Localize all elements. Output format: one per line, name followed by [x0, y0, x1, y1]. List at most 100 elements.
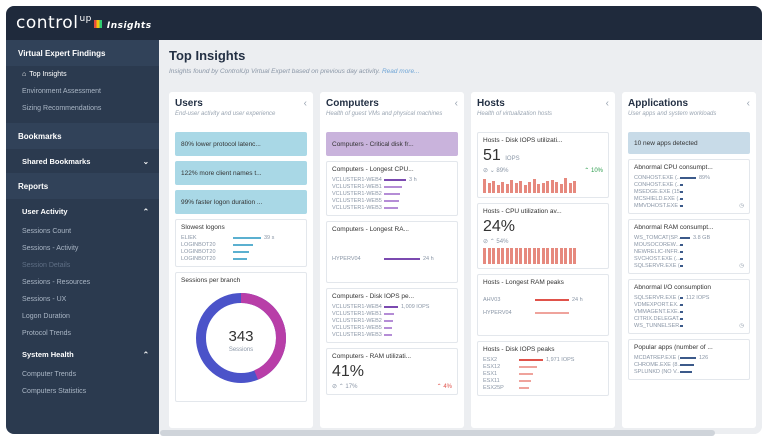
value-bar: [519, 386, 529, 389]
insight-card[interactable]: 99% faster logon duration ...: [175, 190, 307, 214]
insight-card[interactable]: Computers - Critical disk fr...: [326, 132, 458, 156]
sidebar-section-bookmarks[interactable]: Bookmarks: [6, 123, 159, 149]
list-item: ELIEK 39 s: [181, 234, 301, 241]
value-bar: [680, 296, 683, 299]
value-bar: [384, 206, 398, 209]
section-label: Virtual Expert Findings: [18, 48, 106, 58]
card-title: Abnormal I/O consumption: [634, 284, 711, 291]
sidebar-shared-bookmarks[interactable]: Shared Bookmarks ⌄: [6, 149, 159, 173]
row-label: VDMEXPORT.EX...: [634, 301, 680, 308]
value-bar: [680, 197, 683, 200]
sidebar-item-session-details[interactable]: Session Details: [6, 257, 159, 274]
ram-utilization-card[interactable]: Computers - RAM utilizati... 41% ⊘ ⌃ 17%…: [326, 348, 458, 395]
sidebar-item-top-insights[interactable]: ⌂ Top Insights: [6, 66, 159, 83]
value-bar: [680, 204, 683, 207]
abnormal-io-card[interactable]: Abnormal I/O consumption SQLSERVR.EXE (.…: [628, 279, 750, 334]
column-header: Applications ‹: [628, 98, 750, 109]
longest-ram-card[interactable]: Computers - Longest RA... HYPERV04 24 h: [326, 221, 458, 283]
trend-right-value: 4%: [443, 384, 452, 390]
chevron-left-icon[interactable]: ‹: [606, 98, 609, 109]
chevron-left-icon[interactable]: ‹: [304, 98, 307, 109]
big-value: 51 IOPS: [483, 147, 603, 165]
sidebar-item-logon-duration[interactable]: Logon Duration: [6, 308, 159, 325]
chevron-up-icon: ⌃: [142, 206, 149, 216]
abnormal-cpu-card[interactable]: Abnormal CPU consumpt... CONHOST.EXE (..…: [628, 159, 750, 214]
sidebar-item-sessions-resources[interactable]: Sessions - Resources: [6, 274, 159, 291]
host-disk-peaks-card[interactable]: Hosts - Disk IOPS peaks ESX2 1,971 IOPS E…: [477, 341, 609, 396]
row-label: ESX25P: [483, 384, 504, 391]
horizontal-scrollbar[interactable]: [160, 430, 715, 436]
value-bar: [519, 372, 533, 375]
insight-card[interactable]: 122% more client names t...: [175, 161, 307, 185]
list-item: LOGINBOT20: [181, 255, 301, 262]
insight-card[interactable]: 10 new apps detected: [628, 132, 750, 154]
host-disk-iops-card[interactable]: Hosts - Disk IOPS utilizati... 51 IOPS ⊘…: [477, 132, 609, 198]
sidebar-item-sizing[interactable]: Sizing Recommendations: [6, 100, 159, 117]
column-header: Computers ‹: [326, 98, 458, 109]
donut-svg: 343 Sessions: [196, 293, 286, 383]
chevron-left-icon[interactable]: ‹: [747, 98, 750, 109]
donut-label: Sessions: [229, 347, 253, 353]
row-label: MSEDGE.EXE (15.0...: [634, 188, 680, 195]
card-title: Computers - Longest RA...: [332, 226, 409, 233]
column-computers: Computers ‹ Health of guest VMs and physi…: [320, 92, 464, 428]
host-ram-peaks-card[interactable]: Hosts - Longest RAM peaks AHV03 24 h HYPE…: [477, 274, 609, 336]
page-title: Top Insights: [169, 48, 246, 63]
row-label: ESX12: [483, 363, 501, 370]
sidebar-item-protocol-trends[interactable]: Protocol Trends: [6, 325, 159, 342]
row-label: ELIEK: [181, 234, 197, 241]
read-more-link[interactable]: Read more...: [382, 68, 420, 75]
list-item: VCLUSTER1-WEB3: [332, 331, 452, 338]
card-title: Popular apps (number of ...: [634, 344, 713, 351]
row-label: VCLUSTER1-WEB2: [332, 190, 382, 197]
list-item: SQLSERVR.EXE (... 112 IOPS: [634, 294, 744, 301]
row-label: MMVDHOST.EXE (...: [634, 202, 680, 209]
value-bar: [680, 190, 683, 193]
app-window: controlup Insights Virtual Expert Finding…: [6, 6, 762, 434]
sessions-per-branch-card[interactable]: Sessions per branch 343 Sessions: [175, 272, 307, 402]
list-item: VCLUSTER1-WEB5: [332, 197, 452, 204]
abnormal-ram-card[interactable]: Abnormal RAM consumpt... WS_TOMCAT(SP...…: [628, 219, 750, 274]
slowest-logons-card[interactable]: Slowest logons ELIEK 39 s LOGINBOT20 LOGI…: [175, 219, 307, 267]
sidebar-item-computers-statistics[interactable]: Computers Statistics: [6, 383, 159, 400]
card-title: Abnormal RAM consumpt...: [634, 224, 714, 231]
list-item: WS_TUNNELSER... ◷: [634, 322, 744, 329]
sidebar-item-computer-trends[interactable]: Computer Trends: [6, 366, 159, 383]
sidebar-section-reports[interactable]: Reports: [6, 173, 159, 199]
list-item: SPLUNKD (NO V...: [634, 368, 744, 375]
value-bar: [680, 176, 696, 179]
list-item: CITRIX.DELEGAT...: [634, 315, 744, 322]
disk-iops-card[interactable]: Computers - Disk IOPS pe... VCLUSTER1-WE…: [326, 288, 458, 343]
controlup-logo[interactable]: controlup Insights: [16, 13, 152, 33]
row-label: VCLUSTER1-WEB4: [332, 176, 382, 183]
list-item: VCLUSTER1-WEB2: [332, 317, 452, 324]
row-value: 24 h: [423, 255, 434, 262]
sidebar-user-activity[interactable]: User Activity ⌃: [6, 199, 159, 223]
sidebar-item-environment[interactable]: Environment Assessment: [6, 83, 159, 100]
longest-cpu-card[interactable]: Computers - Longest CPU... VCLUSTER1-WEB…: [326, 161, 458, 216]
row-label: LOGINBOT20: [181, 241, 216, 248]
sidebar-item-sessions-count[interactable]: Sessions Count: [6, 223, 159, 240]
chevron-left-icon[interactable]: ‹: [455, 98, 458, 109]
column-desc: Health of guest VMs and physical machine…: [326, 111, 443, 117]
row-label: WS_TUNNELSER...: [634, 322, 680, 329]
donut-count: 343: [228, 328, 253, 345]
row-label: VCLUSTER1-WEB1: [332, 183, 382, 190]
value-bar: [233, 243, 253, 246]
row-value: 24 h: [572, 296, 583, 303]
item-label: System Health: [22, 349, 74, 359]
sidebar-system-health[interactable]: System Health ⌃: [6, 342, 159, 366]
value-bar: [384, 333, 392, 336]
insight-card[interactable]: 80% lower protocol latenc...: [175, 132, 307, 156]
list-item: ESX2 1,971 IOPS: [483, 356, 603, 363]
row-value: 112 IOPS: [686, 294, 710, 301]
sidebar-item-sessions-activity[interactable]: Sessions - Activity: [6, 240, 159, 257]
host-cpu-card[interactable]: Hosts - CPU utilization av... 24% ⊘ ⌃ 54…: [477, 203, 609, 269]
donut-chart: 343 Sessions: [181, 288, 301, 388]
row-label: MCDATREP.EXE (...: [634, 354, 680, 361]
row-label: HYPERV04: [332, 255, 361, 262]
sidebar-item-sessions-ux[interactable]: Sessions - UX: [6, 291, 159, 308]
row-label: AHV03: [483, 296, 501, 303]
sidebar-section-findings[interactable]: Virtual Expert Findings: [6, 40, 159, 66]
popular-apps-card[interactable]: Popular apps (number of ... MCDATREP.EXE…: [628, 339, 750, 380]
